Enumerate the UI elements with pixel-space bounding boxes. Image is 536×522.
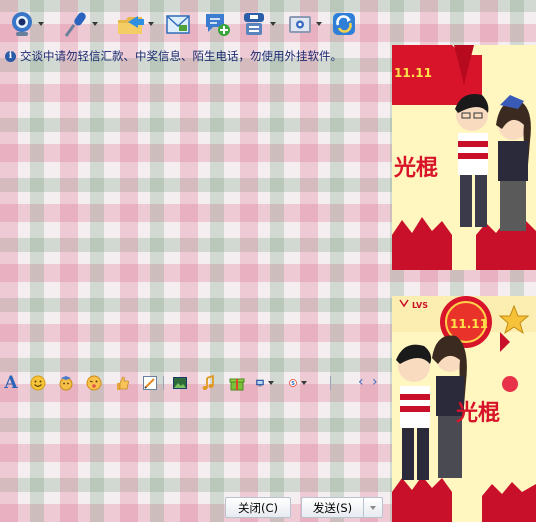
close-button-label: 关闭(C): [237, 500, 278, 515]
toolbar-divider: [330, 376, 331, 390]
chevron-down-icon[interactable]: [270, 22, 276, 26]
top-toolbar: [0, 6, 392, 42]
scribble-button[interactable]: [141, 374, 159, 392]
friend-avatar-show: 光棍 11.11: [392, 45, 536, 270]
user-card-icon: [244, 13, 264, 35]
scroll-left-icon[interactable]: ‹: [358, 374, 364, 390]
send-button[interactable]: 发送(S): [301, 497, 363, 518]
message-history[interactable]: [0, 68, 392, 368]
chevron-down-icon[interactable]: [268, 381, 274, 385]
magic-smiley-icon: [59, 376, 73, 391]
info-icon: i: [5, 50, 16, 62]
emoticon-button[interactable]: [29, 374, 47, 392]
send-button-label: 发送(S): [312, 500, 353, 515]
video-call-button[interactable]: [8, 6, 44, 42]
gift-icon: [229, 378, 245, 391]
side-bottom-badge: LVS: [412, 301, 428, 310]
screen-capture-button[interactable]: [171, 374, 189, 392]
chevron-down-icon[interactable]: [316, 22, 322, 26]
security-notice: i 交谈中请勿轻信汇款、中奖信息、陌生电话，勿使用外挂软件。: [5, 48, 342, 64]
chevron-down-icon[interactable]: [38, 22, 44, 26]
send-file-button[interactable]: [116, 6, 154, 42]
app-box-icon: [289, 16, 311, 33]
video-screen-icon: [256, 379, 264, 387]
send-mail-button[interactable]: [164, 6, 192, 42]
microphone-icon: [64, 12, 86, 37]
font-button[interactable]: A: [2, 373, 20, 393]
side-bottom-banner: 11.11: [450, 317, 488, 331]
svg-text:S: S: [291, 381, 295, 387]
folder-send-icon: [118, 16, 144, 34]
webcam-icon: [12, 12, 32, 36]
screenshot-icon: [173, 377, 187, 389]
music-button[interactable]: [199, 374, 217, 392]
mail-icon: [166, 15, 190, 34]
notice-text: 交谈中请勿轻信汇款、中奖信息、陌生电话，勿使用外挂软件。: [20, 49, 342, 63]
avatar-show-image: 光棍 11.11: [392, 45, 536, 270]
gift-button[interactable]: [228, 374, 246, 392]
thumbs-up-icon: [117, 376, 129, 390]
sogou-button[interactable]: S: [289, 374, 307, 392]
chevron-down-icon: [370, 505, 376, 510]
thumbs-up-button[interactable]: [113, 374, 131, 392]
chevron-down-icon[interactable]: [148, 22, 154, 26]
side-top-banner: 11.11: [394, 66, 432, 80]
chat-add-icon: [206, 14, 230, 36]
video-send-button[interactable]: [256, 374, 274, 392]
sogou-s-icon: S: [289, 379, 297, 387]
sync-button[interactable]: [330, 6, 358, 42]
side-bottom-caption: 光棍: [455, 400, 500, 426]
side-top-caption: 光棍: [393, 155, 438, 181]
send-options-button[interactable]: [363, 497, 383, 518]
my-avatar-show: LVS 11.11 光棍: [392, 296, 536, 522]
create-discussion-button[interactable]: [203, 6, 231, 42]
wink-button[interactable]: [85, 374, 103, 392]
pencil-board-icon: [143, 376, 157, 390]
avatar-show-image: LVS 11.11 光棍: [392, 296, 536, 522]
apps-button[interactable]: [286, 6, 322, 42]
remote-assist-button[interactable]: [240, 6, 276, 42]
chevron-down-icon[interactable]: [92, 22, 98, 26]
smiley-icon: [30, 375, 46, 391]
scroll-right-icon[interactable]: ›: [372, 374, 378, 390]
toolbar-divider: [163, 376, 164, 390]
format-toolbar: A S ‹ ›: [0, 372, 392, 394]
close-button[interactable]: 关闭(C): [225, 497, 291, 518]
chevron-down-icon[interactable]: [301, 381, 307, 385]
refresh-icon: [333, 13, 355, 35]
magic-emoticon-button[interactable]: [57, 374, 75, 392]
font-icon: A: [4, 373, 18, 393]
wink-face-icon: [86, 375, 102, 391]
music-note-icon: [202, 375, 214, 390]
message-input[interactable]: [0, 396, 392, 492]
voice-call-button[interactable]: [62, 6, 98, 42]
